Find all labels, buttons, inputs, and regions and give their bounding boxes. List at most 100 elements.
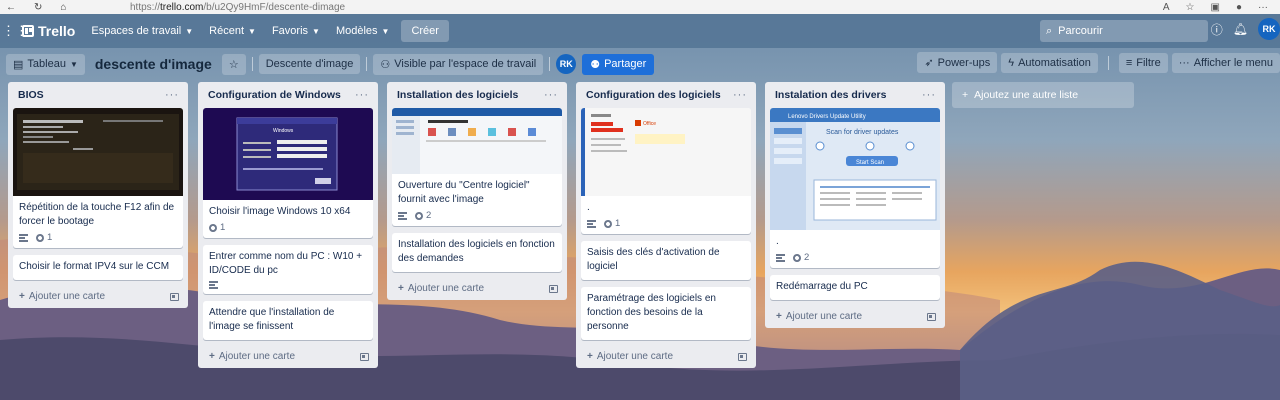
search-input[interactable]: ⌕ Parcourir [1040,20,1208,42]
card-template-icon[interactable] [549,284,558,293]
card-title: Paramétrage des logiciels en fonction de… [587,293,716,332]
card[interactable]: Office . 1 [581,108,751,234]
card-title: Installation des logiciels en fonction d… [398,239,555,264]
card[interactable]: Saisis des clés d'activation de logiciel [581,241,751,280]
card-badges: 1 [13,231,183,248]
card[interactable]: Installation des logiciels en fonction d… [392,233,562,272]
card-template-icon[interactable] [738,352,747,361]
add-card-button[interactable]: + Ajouter une carte [770,307,940,322]
card[interactable]: Redémarrage du PC [770,275,940,300]
trello-logo-text: Trello [38,23,76,39]
visibility-button[interactable]: ⚇ Visible par l'espace de travail [373,53,544,75]
list-menu-icon[interactable]: ··· [733,89,747,101]
add-list-button[interactable]: + Ajoutez une autre liste [952,82,1134,108]
collections-icon[interactable]: ▣ [1211,2,1220,13]
list-header[interactable]: Configuration des logiciels ··· [581,82,751,108]
menu-workspaces[interactable]: Espaces de travail ▼ [85,21,199,41]
workspace-button[interactable]: Descente d'image [258,54,361,74]
add-card-button[interactable]: + Ajouter une carte [203,347,373,362]
list-menu-icon[interactable]: ··· [165,89,179,101]
read-aloud-icon[interactable]: A [1163,2,1170,13]
powerups-button[interactable]: ➶ Power-ups [917,52,998,73]
list-title[interactable]: Configuration de Windows [208,89,341,101]
list-header[interactable]: Configuration de Windows ··· [203,82,373,108]
card-template-icon[interactable] [927,312,936,321]
list-header[interactable]: BIOS ··· [13,82,183,108]
share-button[interactable]: ⚉ Partager [582,53,655,75]
add-member-icon: ⚉ [590,58,601,71]
profile-icon[interactable]: ● [1236,2,1242,13]
divider [251,57,253,71]
card-template-icon[interactable] [170,292,179,301]
address-bar[interactable]: https://trello.com/b/u2Qy9HmF/descente-d… [130,2,345,13]
show-menu-label: Afficher le menu [1193,56,1273,69]
member-avatar[interactable]: RK [556,54,577,74]
menu-favorites-label: Favoris [271,25,309,37]
menu-templates[interactable]: Modèles ▼ [330,21,396,41]
board-title[interactable]: descente d'image [95,56,212,72]
card-template-icon[interactable] [360,352,369,361]
card-title: Attendre que l'installation de l'image s… [209,307,335,332]
list-menu-icon[interactable]: ··· [355,89,369,101]
card[interactable]: Lenovo Drivers Update Utility Scan for d… [770,108,940,268]
menu-recent[interactable]: Récent ▼ [203,21,262,41]
card[interactable]: Répétition de la touche F12 afin de forc… [13,108,183,248]
star-board-button[interactable]: ☆ [221,53,246,75]
home-icon[interactable]: ⌂ [60,2,66,13]
create-button[interactable]: Créer [401,20,449,42]
card-title: . [776,236,779,247]
notification-bell-icon[interactable]: 🔔︎ [1233,22,1248,36]
card[interactable]: Paramétrage des logiciels en fonction de… [581,287,751,340]
more-icon[interactable]: ··· [1258,2,1268,13]
list-installation-logiciels[interactable]: Installation des logiciels ··· Ouverture… [387,82,567,300]
card[interactable]: Entrer comme nom du PC : W10 + ID/CODE d… [203,245,373,294]
app-switcher-icon[interactable]: ⋮⋮ [2,23,28,39]
chevron-down-icon: ▼ [381,26,390,36]
info-icon[interactable]: ⓘ [1211,21,1223,38]
list-menu-icon[interactable]: ··· [544,89,558,101]
card-badges: 2 [392,209,562,226]
card-title: Redémarrage du PC [776,281,868,292]
description-icon [19,233,28,242]
office-label: Office [643,121,656,127]
list-installation-drivers[interactable]: Instalation des drivers ··· Lenovo Drive… [765,82,945,328]
list-header[interactable]: Installation des logiciels ··· [392,82,562,108]
favorite-icon[interactable]: ☆ [1186,2,1195,13]
trello-logo[interactable]: Trello [22,23,75,39]
list-configuration-logiciels[interactable]: Configuration des logiciels ··· Office .… [576,82,756,368]
attachment-badge: 1 [207,221,226,234]
chevron-down-icon: ▼ [185,26,194,36]
plus-icon: + [209,351,215,362]
view-switcher[interactable]: ▤ Tableau ▼ [6,53,85,75]
add-card-button[interactable]: + Ajouter une carte [13,287,183,302]
attachment-badge: 2 [791,251,809,264]
add-card-button[interactable]: + Ajouter une carte [392,279,562,294]
card[interactable]: Choisir le format IPV4 sur le CCM [13,255,183,280]
list-title[interactable]: BIOS [18,89,44,101]
list-title[interactable]: Instalation des drivers [775,89,886,101]
user-avatar[interactable]: RK [1258,18,1280,40]
list-title[interactable]: Installation des logiciels [397,89,518,101]
card[interactable]: Ouverture du "Centre logiciel" fournit a… [392,108,562,226]
board-header: ▤ Tableau ▼ descente d'image ☆ Descente … [0,50,1280,78]
description-icon [209,281,218,289]
back-icon[interactable]: ← [6,2,16,13]
list-menu-icon[interactable]: ··· [922,89,936,101]
automation-button[interactable]: ϟ Automatisation [1001,52,1098,73]
card[interactable]: Attendre que l'installation de l'image s… [203,301,373,340]
divider [1107,55,1109,70]
list-bios[interactable]: BIOS ··· Répétition de la touche F12 afi… [8,82,188,308]
list-header[interactable]: Instalation des drivers ··· [770,82,940,108]
menu-favorites[interactable]: Favoris ▼ [266,21,326,41]
add-card-button[interactable]: + Ajouter une carte [581,347,751,362]
list-configuration-windows[interactable]: Configuration de Windows ··· Windows Cho… [198,82,378,368]
show-menu-button[interactable]: ··· Afficher le menu [1171,52,1280,73]
attachment-count: 1 [220,222,226,233]
automation-label: Automatisation [1018,56,1091,69]
reload-icon[interactable]: ↻ [34,2,42,13]
plus-icon: + [962,89,969,101]
filter-button[interactable]: ≡ Filtre [1118,52,1168,73]
url-domain: trello.com [160,1,204,13]
list-title[interactable]: Configuration des logiciels [586,89,721,101]
card[interactable]: Windows Choisir l'image Windows 10 x64 1 [203,108,373,238]
